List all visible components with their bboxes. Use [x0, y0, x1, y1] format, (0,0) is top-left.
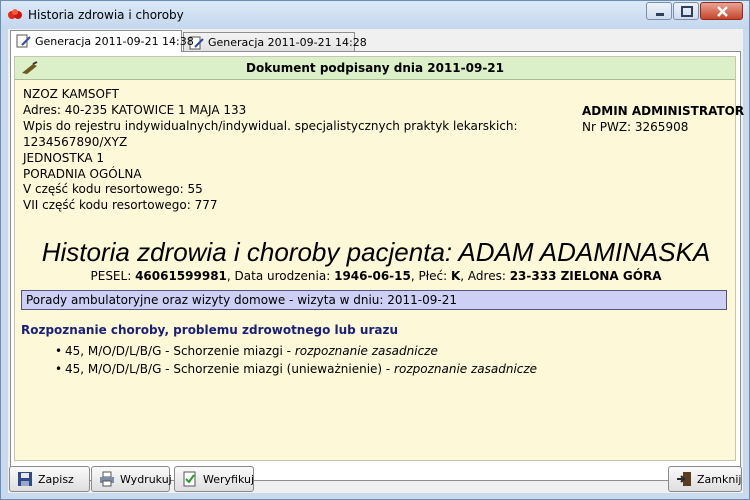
printer-icon	[99, 471, 115, 487]
clinic-address: Adres: 40-235 KATOWICE 1 MAJA 133	[23, 102, 247, 117]
bullet-icon: •	[55, 344, 63, 358]
exit-door-icon	[676, 471, 692, 487]
app-logo-icon	[7, 7, 23, 23]
clinic-unit: JEDNOSTKA 1	[23, 150, 105, 165]
diagnosis-text: 45, M/O/D/L/B/G - Schorzenie miazgi -	[65, 344, 295, 358]
clinic-type: PORADNIA OGÓLNA	[23, 166, 142, 181]
print-label: Wydrukuj	[120, 473, 172, 486]
clinic-code-vii: VII część kodu resortowego: 777	[23, 198, 218, 213]
maximize-icon	[681, 6, 693, 17]
address-label: , Adres:	[460, 269, 510, 283]
tab-panel: Dokument podpisany dnia 2011-09-21 NZOZ …	[10, 51, 744, 481]
diagnosis-type: rozpoznanie zasadnicze	[394, 362, 538, 376]
minimize-icon	[656, 13, 664, 16]
save-icon	[17, 471, 33, 487]
document-view[interactable]: Dokument podpisany dnia 2011-09-21 NZOZ …	[14, 56, 744, 461]
sex-label: , Płeć:	[410, 269, 451, 283]
sex-value: K	[450, 269, 461, 283]
dob-value: 1946-06-15	[334, 269, 411, 283]
window-title: Historia zdrowia i choroby	[28, 8, 184, 22]
diagnosis-type: rozpoznanie zasadnicze	[294, 344, 438, 358]
document-edit-icon	[16, 34, 32, 48]
diagnosis-text: 45, M/O/D/L/B/G - Schorzenie miazgi (uni…	[65, 362, 395, 376]
clinic-registry: Wpis do rejestru indywidualnych/indywidu…	[23, 118, 518, 133]
verify-document-icon	[182, 471, 198, 487]
app-window: Historia zdrowia i choroby Generacja 201…	[0, 0, 750, 500]
diagnosis-item: • 45, M/O/D/L/B/G - Schorzenie miazgi - r…	[55, 344, 438, 358]
close-window-button[interactable]	[700, 2, 743, 20]
doctor-name: ADMIN ADMINISTRATOR	[582, 104, 745, 118]
verify-button[interactable]: Weryfikuj	[174, 466, 254, 492]
pesel-label: PESEL:	[90, 269, 136, 283]
signed-banner: Dokument podpisany dnia 2011-09-21	[15, 57, 735, 80]
tab-generation-1428[interactable]: Generacja 2011-09-21 14:28	[183, 32, 367, 51]
diagnosis-item: • 45, M/O/D/L/B/G - Schorzenie miazgi (un…	[55, 362, 538, 376]
address-value: 23-333 ZIELONA GÓRA	[509, 269, 662, 283]
tab-label: Generacja 2011-09-21 14:38	[35, 35, 194, 48]
clinic-name: NZOZ KAMSOFT	[23, 87, 119, 101]
maximize-button[interactable]	[673, 2, 699, 20]
visit-box: Porady ambulatoryjne oraz wizyty domowe …	[21, 290, 727, 310]
tab-label: Generacja 2011-09-21 14:28	[208, 36, 367, 49]
verify-label: Weryfikuj	[203, 473, 255, 486]
title-bar[interactable]: Historia zdrowia i choroby	[1, 1, 749, 29]
diagnosis-section-title: Rozpoznanie choroby, problemu zdrowotneg…	[21, 323, 399, 337]
client-area: Generacja 2011-09-21 14:38 Generacja 201…	[8, 29, 744, 493]
doctor-info: ADMIN ADMINISTRATOR Nr PWZ: 3265908	[582, 103, 744, 135]
clinic-info: NZOZ KAMSOFT Adres: 40-235 KATOWICE 1 MA…	[23, 87, 518, 214]
dob-label: , Data urodzenia:	[226, 269, 335, 283]
document-headline: Historia zdrowia i choroby pacjenta: ADA…	[41, 237, 711, 267]
signed-date-text: Dokument podpisany dnia 2011-09-21	[245, 61, 505, 75]
clinic-code-v: V część kodu resortowego: 55	[23, 182, 203, 197]
pesel-value: 46061599981	[135, 269, 227, 283]
minimize-button[interactable]	[646, 2, 672, 20]
visit-text: Porady ambulatoryjne oraz wizyty domowe …	[26, 293, 458, 307]
print-button[interactable]: Wydrukuj	[91, 466, 172, 492]
bullet-icon: •	[55, 362, 63, 376]
patient-details: PESEL: 46061599981, Data urodzenia: 1946…	[15, 269, 737, 283]
tab-generation-1438[interactable]: Generacja 2011-09-21 14:38	[10, 30, 194, 52]
close-icon	[717, 6, 728, 17]
doctor-pwz: Nr PWZ: 3265908	[582, 120, 689, 134]
save-label: Zapisz	[38, 473, 74, 486]
close-button[interactable]: Zamknij	[668, 466, 742, 492]
clinic-registry-number: 1234567890/XYZ	[23, 134, 128, 149]
save-button[interactable]: Zapisz	[9, 466, 90, 492]
close-label: Zamknij	[697, 473, 742, 486]
